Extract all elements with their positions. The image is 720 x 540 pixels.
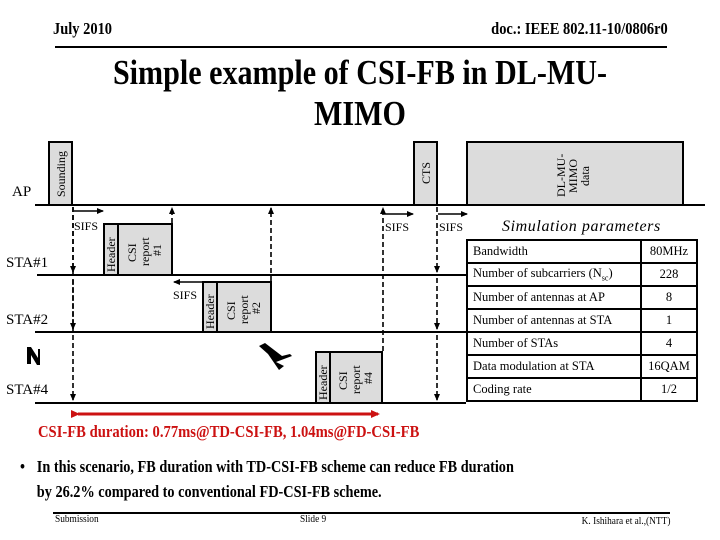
param-value: 80MHz	[640, 239, 698, 264]
sta4-csi-label: CSI	[336, 371, 350, 390]
param-value: 1/2	[640, 377, 698, 402]
table-row: Data modulation at STA 16QAM	[466, 354, 698, 379]
sta2-csi-label: CSI	[224, 301, 238, 320]
row-label-sta4: STA#4	[6, 382, 49, 398]
table-row: Number of subcarriers (Nsc) 228	[466, 262, 698, 287]
param-name: Data modulation at STA	[466, 354, 642, 379]
bullet-point: • In this scenario, FB duration with TD-C…	[20, 454, 675, 504]
param-name: Number of antennas at STA	[466, 308, 642, 333]
param-name-text: Number of subcarriers (N	[473, 266, 602, 281]
simulation-parameters-title: Simulation parameters	[502, 218, 661, 235]
sta2-header-frame: Header	[202, 281, 218, 333]
table-row: Number of antennas at AP 8	[466, 285, 698, 310]
bullet-dot-icon: •	[20, 457, 26, 476]
row-label-sta1: STA#1	[6, 255, 48, 271]
sta4-header-label: Header	[316, 365, 330, 400]
row-label-sta2: STA#2	[6, 312, 48, 328]
sifs-label-1: SIFS	[74, 219, 98, 233]
param-name: Bandwidth	[466, 239, 642, 264]
table-row: Bandwidth 80MHz	[466, 239, 698, 264]
sta4-header-frame: Header	[315, 351, 331, 404]
param-name: Number of antennas at AP	[466, 285, 642, 310]
dl-mu-mimo-data-frame: DL-MU- MIMO data	[466, 141, 684, 206]
table-row: Number of antennas at STA 1	[466, 308, 698, 333]
sifs-label-2: SIFS	[173, 288, 197, 302]
sifs-label-4: SIFS	[439, 220, 463, 234]
param-value: 1	[640, 308, 698, 333]
cts-frame: CTS	[413, 141, 438, 206]
sounding-label: Sounding	[54, 151, 68, 197]
simulation-parameters-table: Bandwidth 80MHz Number of subcarriers (N…	[466, 239, 698, 402]
bullet-line-1: In this scenario, FB duration with TD-CS…	[36, 457, 514, 476]
footer-slide-number: Slide 9	[300, 513, 327, 525]
footer-divider	[53, 512, 670, 514]
bullet-line-2: by 26.2% compared to conventional FD-CSI…	[36, 482, 382, 501]
sta1-csi-report-frame: CSI report #1	[117, 223, 173, 276]
sifs-label-3: SIFS	[385, 220, 409, 234]
param-value: 228	[640, 262, 698, 287]
sounding-frame: Sounding	[48, 141, 73, 206]
sta2-header-label: Header	[203, 294, 217, 329]
vertical-ellipsis-icon-right	[259, 343, 292, 370]
table-row: Coding rate 1/2	[466, 377, 698, 402]
csi-fb-duration-text: CSI-FB duration: 0.77ms@TD-CSI-FB, 1.04m…	[38, 422, 420, 441]
sta1-report-number: #1	[150, 244, 164, 256]
data-label-line3: data	[578, 165, 592, 186]
sta4-csi-report-frame: CSI report #4	[329, 351, 383, 404]
param-name: Coding rate	[466, 377, 642, 402]
param-value: 16QAM	[640, 354, 698, 379]
sta1-csi-label: CSI	[125, 243, 139, 262]
sta4-report-number: #4	[361, 372, 375, 384]
footer-submission: Submission	[55, 513, 99, 525]
footer-author: K. Ishihara et al.,(NTT)	[581, 515, 670, 527]
sta1-header-frame: Header	[103, 223, 119, 276]
vertical-ellipsis-icon-left	[27, 347, 40, 365]
sta1-header-label: Header	[104, 237, 118, 272]
param-name-end: )	[608, 266, 613, 281]
param-name: Number of STAs	[466, 331, 642, 356]
cts-label: CTS	[419, 162, 433, 184]
row-label-ap: AP	[12, 184, 31, 200]
table-row: Number of STAs 4	[466, 331, 698, 356]
sta2-report-number: #2	[249, 302, 263, 314]
param-name: Number of subcarriers (Nsc)	[466, 262, 642, 287]
sta2-csi-report-frame: CSI report #2	[216, 281, 272, 333]
param-value: 4	[640, 331, 698, 356]
param-value: 8	[640, 285, 698, 310]
